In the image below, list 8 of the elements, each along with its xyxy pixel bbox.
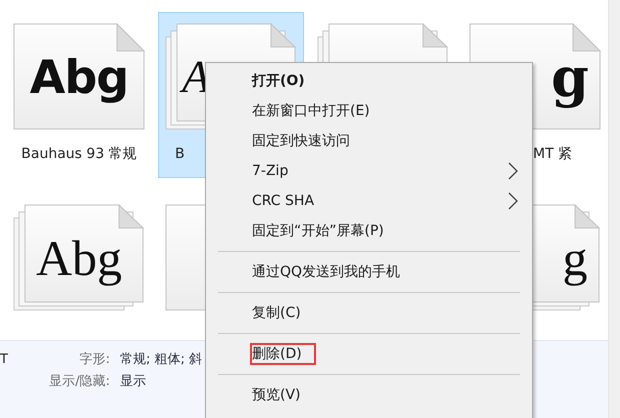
field-value: 显示 — [120, 373, 147, 390]
field-label: 显示/隐藏: — [48, 373, 110, 390]
file-name: B — [174, 145, 186, 164]
field-label: 字形: — [78, 351, 110, 368]
font-name: T — [0, 352, 9, 366]
field-value: 常规; 粗体; 斜 — [120, 351, 202, 368]
file-name: Bauhaus 93 常规 — [20, 145, 138, 164]
file-name: MT 紧 — [532, 145, 574, 164]
